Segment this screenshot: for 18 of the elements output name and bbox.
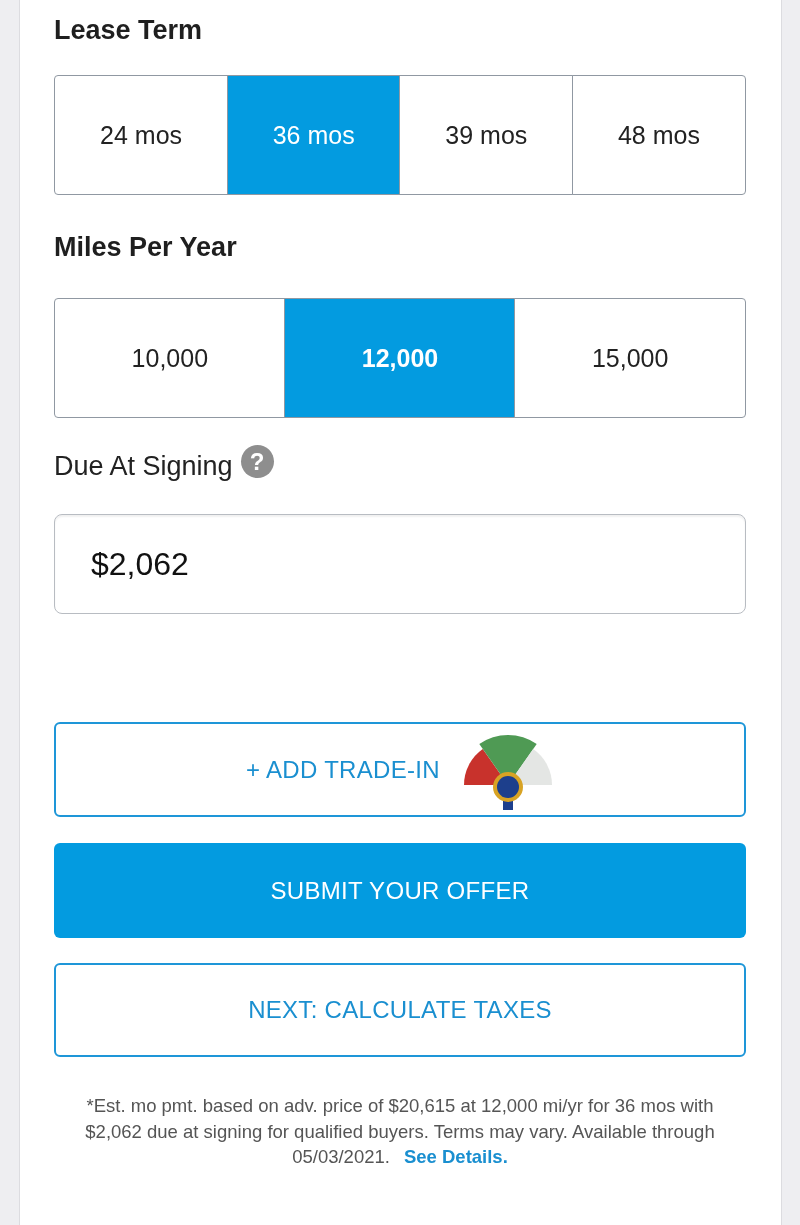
- mileage-option[interactable]: 15,000: [514, 298, 746, 418]
- term-option[interactable]: 24 mos: [54, 75, 229, 195]
- term-option[interactable]: 48 mos: [571, 75, 746, 195]
- mileage-option[interactable]: 10,000: [54, 298, 286, 418]
- see-details-link[interactable]: See Details.: [403, 1146, 508, 1167]
- section-heading: Lease Term: [54, 14, 203, 47]
- mileage-option[interactable]: 12,000: [284, 298, 516, 418]
- gauge-badge-icon: [461, 732, 554, 811]
- term-option[interactable]: 36 mos: [226, 75, 401, 195]
- disclaimer-text: *Est. mo pmt. based on adv. price of $20,615 at 12,000 mi/yr for 36 mos with $2,062 due at signing for qualified buyers. Terms may vary. Available through 05/03/2021. See Details.: [84, 1094, 716, 1169]
- section-heading: Miles Per Year: [54, 231, 237, 264]
- help-icon[interactable]: ?: [240, 444, 274, 478]
- submit-offer-button[interactable]: SUBMIT YOUR OFFER: [54, 843, 746, 938]
- field-label: Due At Signing: [54, 450, 233, 483]
- term-option[interactable]: 39 mos: [399, 75, 574, 195]
- add-trade-in-button[interactable]: + ADD TRADE-IN: [54, 722, 746, 817]
- amount-field[interactable]: $2,062: [54, 514, 746, 614]
- calculate-taxes-button[interactable]: NEXT: CALCULATE TAXES: [54, 963, 746, 1057]
